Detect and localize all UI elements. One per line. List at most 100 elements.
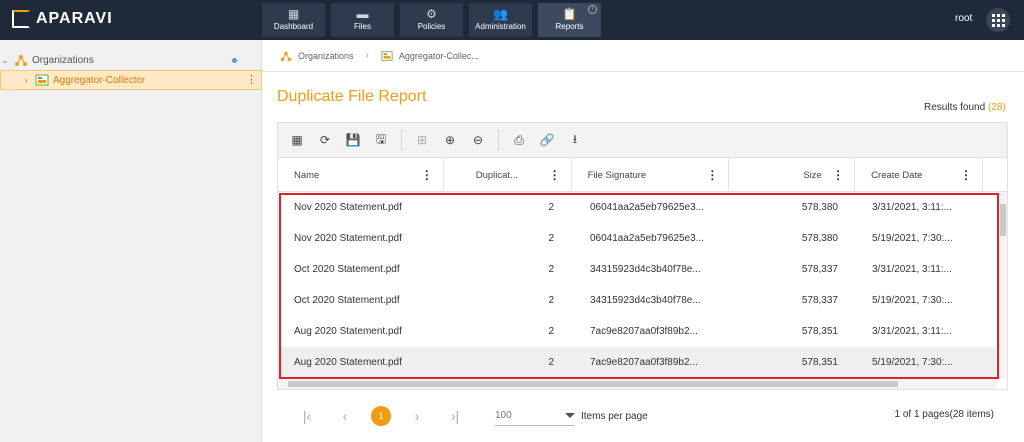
cell-size: 578,337: [801, 295, 838, 306]
column-menu-icon[interactable]: ⋮: [960, 168, 972, 182]
aggregator-icon: [35, 74, 49, 86]
duplicate-file-table: Name ⋮ Duplicat... ⋮ File Signature ⋮ Si…: [277, 157, 1008, 390]
cell-duplicates: 2: [548, 295, 554, 306]
table-row[interactable]: Oct 2020 Statement.pdf 2 34315923d4c3b40…: [278, 285, 996, 316]
save-icon[interactable]: 💾: [343, 130, 363, 150]
sidebar-item-aggregator-collector[interactable]: › Aggregator-Collector ⋮: [0, 70, 262, 90]
scrollbar-thumb[interactable]: [288, 381, 898, 387]
table-row[interactable]: Nov 2020 Statement.pdf 2 06041aa2a5eb796…: [278, 192, 996, 223]
cell-name: Oct 2020 Statement.pdf: [294, 295, 400, 306]
tab-files[interactable]: ▬ Files: [331, 3, 394, 37]
logo-text: APARAVI: [36, 10, 113, 27]
column-menu-icon[interactable]: ⋮: [421, 168, 433, 182]
column-menu-icon[interactable]: ⋮: [832, 168, 844, 182]
link-icon[interactable]: 🔗: [537, 130, 557, 150]
cell-create-date: 3/31/2021, 3:11:...: [872, 202, 952, 213]
sidebar-item-organizations[interactable]: ⌄ Organizations: [0, 50, 262, 70]
sidebar-item-label: Aggregator-Collector: [53, 74, 146, 86]
tab-policies[interactable]: ⚙ Policies: [400, 3, 463, 37]
chevron-right-icon: ›: [365, 50, 369, 61]
cell-signature: 34315923d4c3b40f78e...: [590, 295, 701, 306]
cell-duplicates: 2: [548, 326, 554, 337]
dashboard-icon: ▦: [287, 7, 300, 21]
column-header-duplicates[interactable]: Duplicat... ⋮: [444, 158, 572, 192]
table-icon[interactable]: ▦: [287, 130, 307, 150]
column-header-name[interactable]: Name ⋮: [278, 158, 444, 192]
cell-size: 578,351: [801, 357, 838, 368]
tab-dashboard[interactable]: ▦ Dashboard: [262, 3, 325, 37]
column-menu-icon[interactable]: ⋮: [549, 168, 561, 182]
cell-name: Nov 2020 Statement.pdf: [294, 202, 402, 213]
chevron-right-icon[interactable]: ›: [21, 76, 31, 85]
column-header-size[interactable]: Size ⋮: [729, 158, 856, 192]
tab-administration[interactable]: 👥 Administration: [469, 3, 532, 37]
cell-size: 578,351: [801, 326, 838, 337]
tab-reports[interactable]: i 📋 Reports: [538, 3, 601, 37]
horizontal-scrollbar[interactable]: [278, 379, 996, 389]
apps-grid-icon[interactable]: [986, 8, 1010, 32]
tab-label: Dashboard: [273, 22, 314, 31]
print-icon[interactable]: ⎙: [509, 130, 529, 150]
column-label: Create Date: [871, 169, 923, 181]
cell-create-date: 5/19/2021, 7:30:...: [872, 357, 953, 368]
toolbar-divider: [498, 129, 499, 151]
first-page-icon[interactable]: |‹: [299, 408, 315, 424]
cell-duplicates: 2: [548, 233, 554, 244]
last-page-icon[interactable]: ›|: [447, 408, 463, 424]
results-number: (28): [987, 102, 1006, 113]
per-page-value: 100: [495, 410, 512, 421]
info-icon[interactable]: i: [588, 5, 597, 14]
breadcrumb-organizations[interactable]: Organizations: [298, 51, 354, 61]
cell-signature: 06041aa2a5eb79625e3...: [590, 233, 705, 244]
results-label: Results found: [924, 102, 986, 113]
save-as-icon[interactable]: 🖫: [371, 130, 391, 150]
breadcrumb-aggregator[interactable]: Aggregator-Collec...: [399, 51, 479, 61]
table-row[interactable]: Aug 2020 Statement.pdf 2 7ac9e8207aa0f3f…: [278, 316, 996, 347]
vertical-scrollbar[interactable]: [998, 192, 1007, 378]
cell-name: Oct 2020 Statement.pdf: [294, 264, 400, 275]
cell-create-date: 3/31/2021, 3:11:...: [872, 326, 952, 337]
chevron-down-icon[interactable]: ⌄: [0, 56, 10, 65]
cell-duplicates: 2: [548, 264, 554, 275]
top-bar: APARAVI ▦ Dashboard ▬ Files ⚙ Policies 👥…: [0, 0, 1024, 40]
aggregator-icon: [381, 50, 393, 61]
column-menu-icon[interactable]: ⋮: [706, 168, 718, 182]
table-header: Name ⋮ Duplicat... ⋮ File Signature ⋮ Si…: [278, 158, 1007, 192]
table-row[interactable]: Oct 2020 Statement.pdf 2 34315923d4c3b40…: [278, 254, 996, 285]
column-label: Name: [294, 169, 320, 181]
sidebar: ⌄ Organizations › Aggregator-Collector ⋮: [0, 40, 262, 442]
download-icon[interactable]: ⭳: [565, 130, 585, 150]
logo-mark-icon: [12, 10, 30, 28]
next-page-icon[interactable]: ›: [409, 408, 425, 424]
cell-name: Aug 2020 Statement.pdf: [294, 326, 402, 337]
table-row[interactable]: Nov 2020 Statement.pdf 2 06041aa2a5eb796…: [278, 223, 996, 254]
more-vertical-icon[interactable]: ⋮: [246, 75, 257, 86]
app-logo[interactable]: APARAVI: [12, 10, 113, 28]
scrollbar-thumb[interactable]: [1000, 204, 1006, 236]
cell-duplicates: 2: [548, 357, 554, 368]
table-row[interactable]: Aug 2020 Statement.pdf 2 7ac9e8207aa0f3f…: [278, 347, 996, 378]
cell-size: 578,337: [801, 264, 838, 275]
cell-signature: 7ac9e8207aa0f3f89b2...: [590, 357, 698, 368]
sidebar-item-label: Organizations: [32, 54, 94, 66]
cell-name: Aug 2020 Statement.pdf: [294, 357, 402, 368]
organization-icon: [15, 55, 27, 66]
breadcrumb: Organizations › Aggregator-Collec...: [262, 40, 1024, 72]
prev-page-icon[interactable]: ‹: [337, 408, 353, 424]
items-per-page-label: Items per page: [581, 411, 648, 422]
cell-duplicates: 2: [548, 202, 554, 213]
column-header-create-date[interactable]: Create Date ⋮: [855, 158, 983, 192]
group-icon[interactable]: ⊞: [412, 130, 432, 150]
expand-icon[interactable]: ⊕: [440, 130, 460, 150]
status-dot: [232, 57, 237, 63]
column-label: File Signature: [587, 169, 647, 181]
items-per-page-select[interactable]: 100: [495, 408, 575, 426]
collapse-icon[interactable]: ⊖: [468, 130, 488, 150]
page-info: 1 of 1 pages(28 items): [894, 409, 995, 420]
column-header-file-signature[interactable]: File Signature ⋮: [572, 158, 730, 192]
user-name[interactable]: root: [955, 13, 972, 24]
table-body: Nov 2020 Statement.pdf 2 06041aa2a5eb796…: [278, 192, 996, 378]
current-page-button[interactable]: 1: [371, 406, 391, 426]
cell-size: 578,380: [801, 202, 838, 213]
refresh-icon[interactable]: ⟳: [315, 130, 335, 150]
